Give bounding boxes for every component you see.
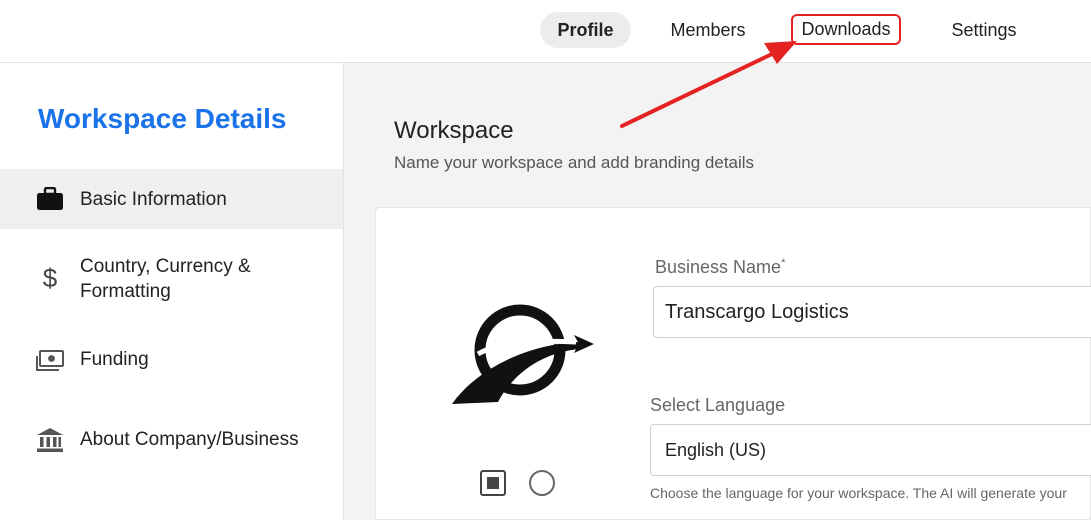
sidebar-title: Workspace Details (38, 103, 287, 134)
tab-downloads[interactable]: Downloads (791, 14, 901, 45)
page-title: Workspace (394, 117, 514, 144)
required-mark: * (781, 257, 786, 269)
money-icon (35, 348, 65, 374)
briefcase-icon (35, 186, 65, 212)
sidebar-item-basic-information[interactable]: Basic Information (0, 169, 343, 229)
sidebar-item-label: Basic Information (80, 189, 227, 210)
sidebar-item-label-line2: Formatting (80, 281, 171, 302)
tab-profile[interactable]: Profile (540, 12, 631, 48)
main-panel: Workspace Name your workspace and add br… (344, 63, 1091, 520)
sidebar-item-label: Country, Currency & (80, 256, 251, 277)
dollar-icon: $ (42, 262, 58, 293)
business-name-input[interactable]: Transcargo Logistics (653, 286, 1091, 338)
sidebar-item-country-currency[interactable]: $ Country, Currency & Formatting (0, 243, 343, 311)
workspace-card: Business Name* Transcargo Logistics Sele… (375, 207, 1091, 520)
tab-members[interactable]: Members (660, 12, 756, 48)
business-name-label: Business Name* (655, 257, 786, 277)
sidebar-item-label: Funding (80, 349, 149, 370)
language-select[interactable]: English (US) (650, 424, 1091, 476)
tab-settings[interactable]: Settings (940, 12, 1028, 48)
page-subtitle: Name your workspace and add branding det… (394, 153, 755, 172)
language-label: Select Language (650, 395, 786, 415)
language-hint: Choose the language for your workspace. … (650, 485, 1067, 501)
sidebar: Workspace Details Basic Information $ Co… (0, 63, 344, 520)
logo-style-circle-option[interactable] (529, 470, 555, 496)
sidebar-item-label: About Company/Business (80, 429, 299, 450)
logo-style-square-option[interactable] (480, 470, 506, 496)
sidebar-item-about-company[interactable]: About Company/Business (0, 421, 343, 461)
sidebar-item-funding[interactable]: Funding (0, 341, 343, 381)
top-nav: Profile Members Downloads Settings (0, 0, 1091, 63)
bank-icon (35, 427, 65, 453)
company-logo (452, 304, 594, 406)
